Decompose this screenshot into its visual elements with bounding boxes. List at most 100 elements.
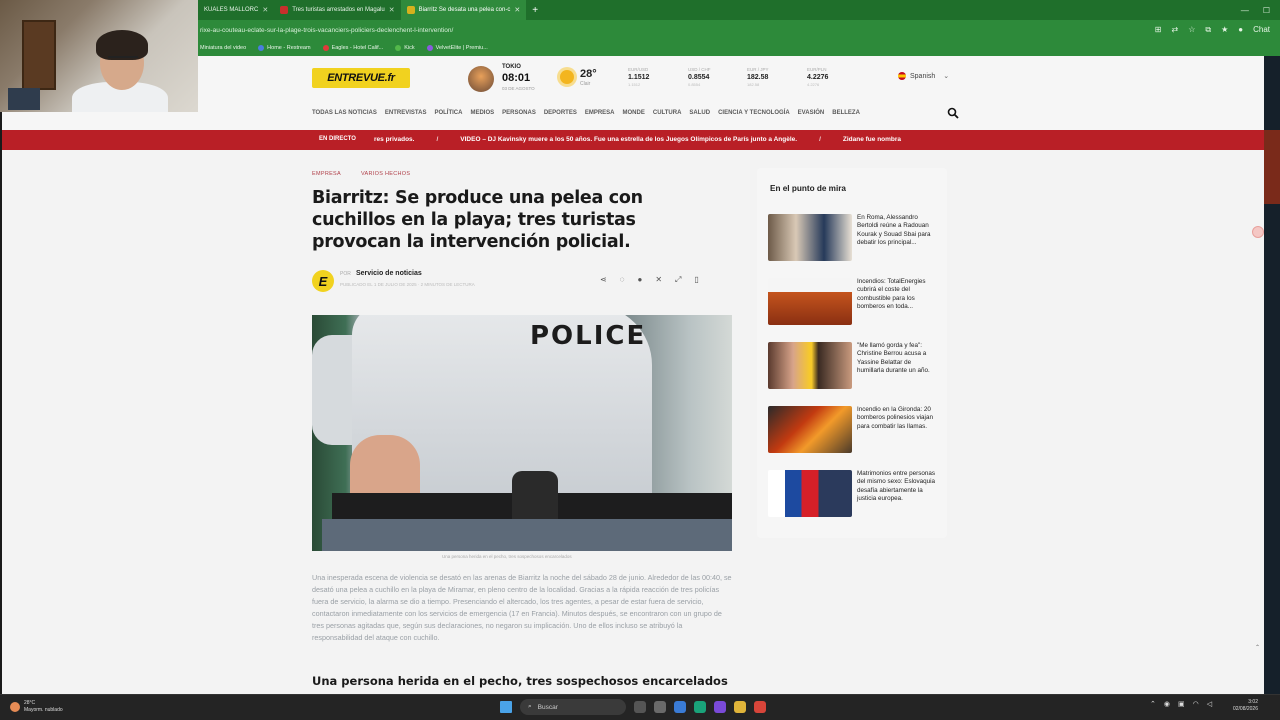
volume-icon[interactable]: ◁ — [1207, 700, 1212, 708]
task-view-icon[interactable] — [634, 701, 646, 713]
sidebar-item[interactable]: En Roma, Alessandro Bertoldi reúne a Rad… — [768, 214, 939, 261]
scroll-top-icon[interactable]: ⌃ — [1255, 644, 1260, 651]
bookmark-favicon-icon — [395, 45, 402, 51]
desktop-edge — [1264, 56, 1280, 694]
minimize-icon[interactable]: — — [1241, 6, 1249, 15]
webcam-overlay — [0, 0, 198, 112]
sidebar-thumbnail — [768, 470, 852, 517]
image-caption: Una persona herida en el pecho, tres sos… — [442, 554, 572, 559]
window-controls: — ☐ — [1241, 6, 1280, 15]
app-icon[interactable] — [714, 701, 726, 713]
app-tray-icon[interactable]: ▣ — [1178, 700, 1185, 708]
ticker-item[interactable]: Zidane fue nombra — [843, 136, 901, 143]
sidebar-item[interactable]: "Me llamó gorda y fea": Christine Berrou… — [768, 342, 939, 389]
taskbar-center: ⌕ Buscar — [500, 699, 766, 715]
nav-item[interactable]: TODAS LAS NOTICIAS — [312, 110, 377, 116]
site-logo[interactable]: ENTREVUE.fr — [312, 68, 410, 88]
facebook-icon[interactable]: ● — [637, 275, 642, 285]
webcam-person-glasses — [108, 56, 138, 62]
nav-item[interactable]: DEPORTES — [544, 110, 577, 116]
bookmark-item[interactable]: VelvetElite | Premiu... — [426, 45, 488, 51]
nav-item[interactable]: CIENCIA Y TECNOLOGÍA — [718, 110, 790, 116]
bookmark-favicon-icon — [322, 45, 329, 51]
extensions-icon[interactable]: ⧉ — [1205, 25, 1211, 35]
nav-item[interactable]: PERSONAS — [502, 110, 536, 116]
bookmark-icon[interactable]: ▯ — [694, 275, 698, 285]
network-icon[interactable]: ◉ — [1164, 700, 1170, 708]
nav-item[interactable]: BELLEZA — [832, 110, 860, 116]
author-name[interactable]: Servicio de noticias — [356, 270, 422, 277]
sidebar-item[interactable]: Incendio en la Gironda: 20 bomberos poli… — [768, 406, 939, 453]
windows-start-icon[interactable] — [500, 701, 512, 713]
fx-value: 1.1512 — [628, 74, 650, 81]
chevron-down-icon: ⌄ — [943, 73, 950, 80]
sidebar-thumbnail — [768, 278, 852, 325]
close-tab-icon[interactable]: ✕ — [514, 6, 520, 14]
whatsapp-icon[interactable]: ◌ — [620, 275, 625, 285]
taskbar-clock[interactable]: 3:02 02/08/2026 — [1226, 699, 1258, 713]
nav-item[interactable]: ENTREVISTAS — [385, 110, 427, 116]
floating-badge-icon[interactable] — [1252, 226, 1264, 238]
favorites-icon[interactable]: ★ — [1221, 25, 1228, 35]
nav-item[interactable]: SALUD — [689, 110, 710, 116]
edge-browser-icon[interactable] — [694, 701, 706, 713]
nav-item[interactable]: POLÍTICA — [434, 110, 462, 116]
article-subhead: Una persona herida en el pecho, tres sos… — [312, 674, 728, 688]
browser-tab-2[interactable]: Tres turistas arrestados en Magalu ✕ — [274, 0, 400, 20]
maximize-icon[interactable]: ☐ — [1263, 6, 1270, 15]
sidebar-item[interactable]: Incendios: TotalEnergies cubrirá el cost… — [768, 278, 939, 325]
translate-icon[interactable]: ⇄ — [1171, 25, 1178, 35]
nav-item[interactable]: MONDE — [623, 110, 645, 116]
ticker-separator: / — [819, 136, 821, 143]
bookmark-item[interactable]: Kick — [395, 45, 415, 51]
taskbar-weather[interactable]: 28°C Mayorm. nublado — [10, 700, 63, 714]
widgets-icon[interactable] — [654, 701, 666, 713]
nav-item[interactable]: EVASIÓN — [798, 110, 825, 116]
category-link[interactable]: EMPRESA — [312, 171, 341, 177]
language-selector[interactable]: Spanish ⌄ — [898, 72, 949, 80]
x-icon[interactable]: ✕ — [655, 275, 662, 285]
chrome-icon[interactable] — [754, 701, 766, 713]
new-tab-icon[interactable]: + — [526, 5, 544, 16]
fx-label: EUR/USD — [628, 67, 649, 72]
ticker-item[interactable]: VIDEO – DJ Kavinsky muere a los 50 años.… — [460, 136, 797, 143]
taskbar-search[interactable]: ⌕ Buscar — [520, 699, 626, 715]
ticker-separator: / — [436, 136, 439, 143]
sidebar-thumbnail — [768, 214, 852, 261]
ticker-item[interactable]: res privados. — [374, 136, 414, 143]
chat-label[interactable]: Chat — [1253, 25, 1270, 35]
city-time: 08:01 — [502, 72, 531, 84]
close-tab-icon[interactable]: ✕ — [262, 6, 268, 14]
browser-tab-3[interactable]: Biarritz Se desata una pelea con-c ✕ — [400, 0, 527, 20]
weather-temp-label: 28°C — [24, 700, 36, 706]
star-icon[interactable]: ☆ — [1188, 25, 1195, 35]
profile-icon[interactable]: ● — [1238, 25, 1243, 35]
nav-item[interactable]: EMPRESA — [585, 110, 615, 116]
webcam-door — [22, 20, 56, 90]
chevron-up-icon[interactable]: ⌃ — [1150, 700, 1156, 708]
bookmark-item[interactable]: Miniatura del video — [200, 45, 246, 51]
bookmark-item[interactable]: Eagles - Hotel Calif... — [322, 45, 383, 51]
share-icon[interactable]: ⋖ — [600, 275, 607, 285]
main-nav: TODAS LAS NOTICIAS ENTREVISTAS POLÍTICA … — [312, 110, 860, 116]
category-link[interactable]: VARIOS HECHOS — [361, 171, 410, 177]
fx-label: EUR/PLN — [807, 67, 827, 72]
sidebar-item-text: Matrimonios entre personas del mismo sex… — [857, 470, 936, 502]
nav-item[interactable]: MEDIOS — [470, 110, 494, 116]
link-icon[interactable]: ⤢ — [675, 275, 681, 285]
browser-tab-1[interactable]: KUALES MALLORC ✕ — [198, 0, 274, 20]
clock-time: 3:02 — [1248, 699, 1258, 705]
author-avatar: E — [312, 270, 334, 292]
live-label: EN DIRECTO — [319, 136, 356, 142]
copilot-icon[interactable] — [674, 701, 686, 713]
install-icon[interactable]: ⊞ — [1155, 25, 1162, 35]
bookmark-item[interactable]: Home - Restream — [258, 45, 311, 51]
bookmark-label: Kick — [404, 45, 415, 51]
url-field[interactable]: rixe-au-couteau-eclate-sur-la-plage-troi… — [200, 27, 453, 34]
nav-item[interactable]: CULTURA — [653, 110, 682, 116]
close-tab-icon[interactable]: ✕ — [389, 6, 395, 14]
sidebar-item[interactable]: Matrimonios entre personas del mismo sex… — [768, 470, 939, 517]
wifi-icon[interactable]: ◠ — [1193, 700, 1199, 708]
file-explorer-icon[interactable] — [734, 701, 746, 713]
search-icon[interactable] — [947, 107, 959, 119]
